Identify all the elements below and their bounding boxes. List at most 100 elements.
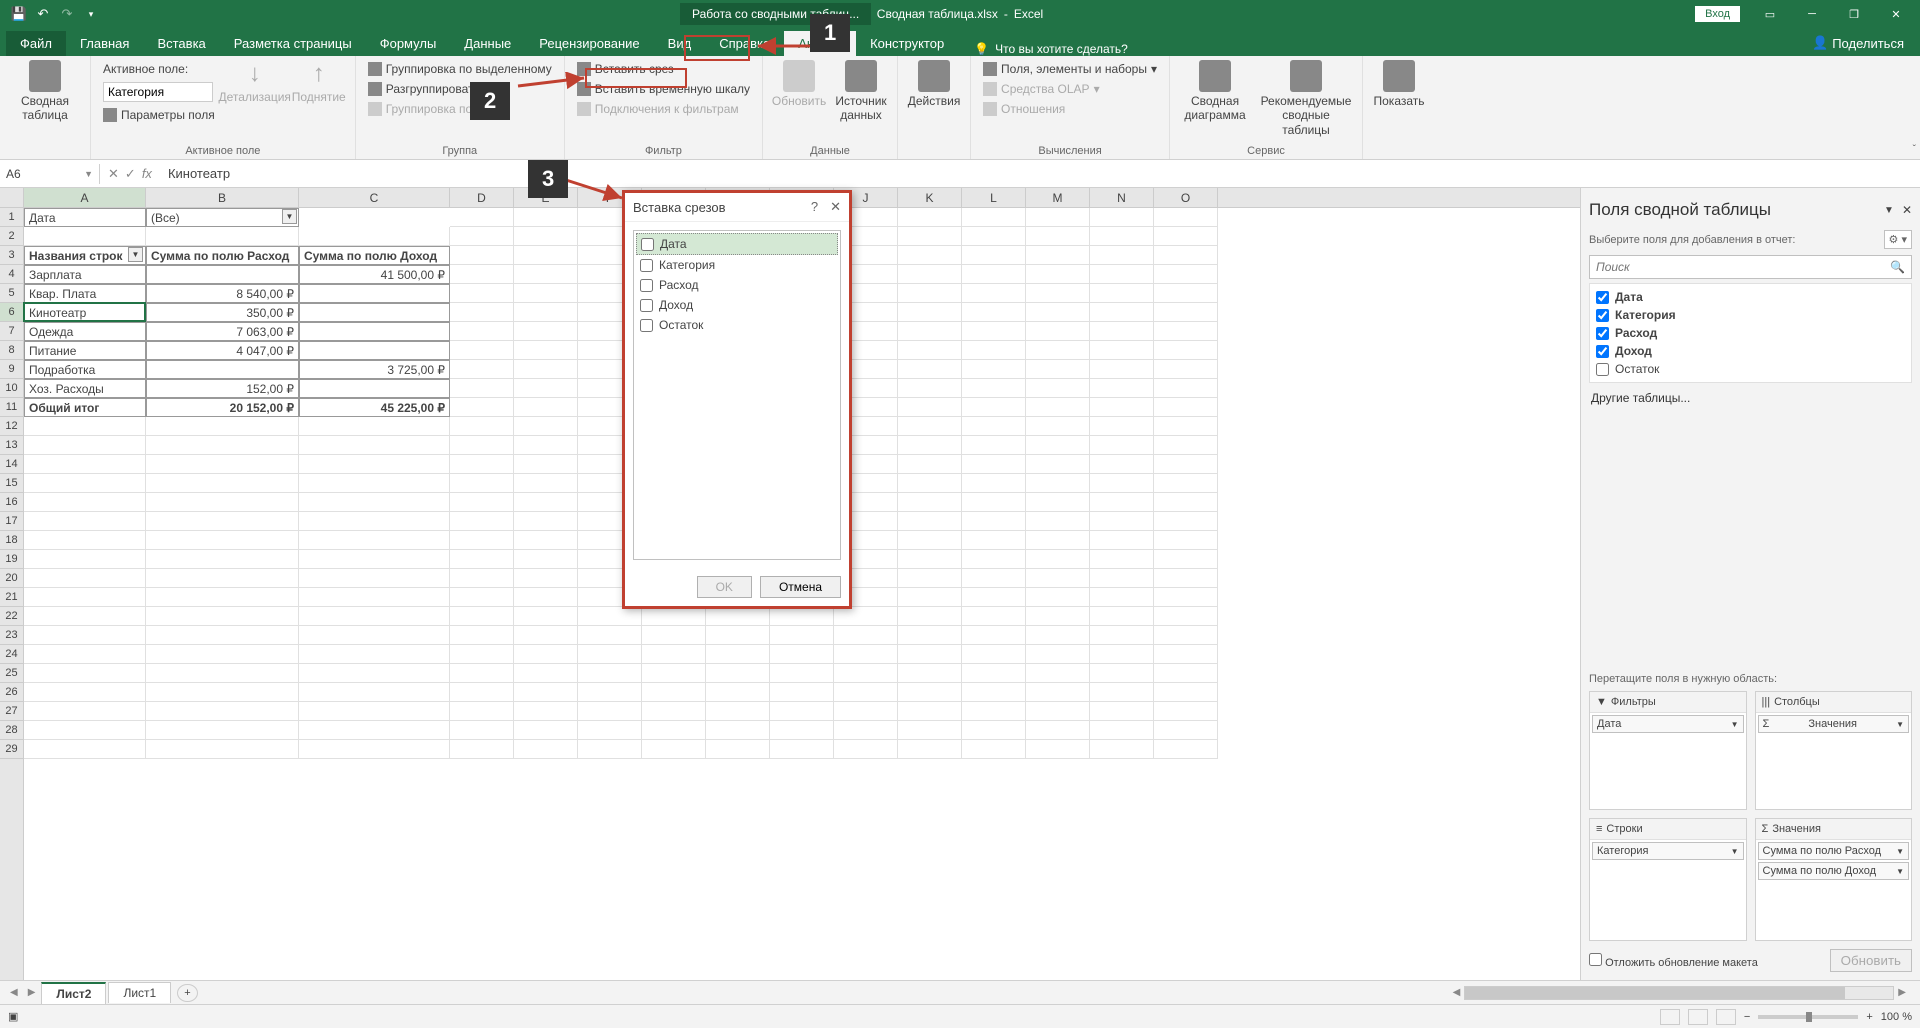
undo-icon[interactable]: ↶ <box>34 5 52 23</box>
cell[interactable] <box>642 626 706 645</box>
cell[interactable] <box>514 569 578 588</box>
cell[interactable] <box>24 227 146 246</box>
cell[interactable] <box>514 683 578 702</box>
cell[interactable] <box>514 455 578 474</box>
cell[interactable] <box>514 702 578 721</box>
cell[interactable] <box>1026 417 1090 436</box>
cell[interactable] <box>450 398 514 417</box>
cell[interactable] <box>146 436 299 455</box>
cell-c11[interactable]: 45 225,00 ₽ <box>299 398 450 417</box>
cell[interactable] <box>898 645 962 664</box>
cell[interactable] <box>770 607 834 626</box>
login-button[interactable]: Вход <box>1695 6 1740 22</box>
cell[interactable] <box>898 531 962 550</box>
cell[interactable] <box>770 702 834 721</box>
cell-b8[interactable]: 4 047,00 ₽ <box>146 341 299 360</box>
cell[interactable] <box>24 569 146 588</box>
cell[interactable] <box>514 664 578 683</box>
tell-me-box[interactable]: 💡 Что вы хотите сделать? <box>974 42 1128 56</box>
cell[interactable] <box>962 303 1026 322</box>
cell[interactable] <box>450 455 514 474</box>
cell[interactable] <box>642 607 706 626</box>
cell-b10[interactable]: 152,00 ₽ <box>146 379 299 398</box>
value-chip-2[interactable]: Сумма по полю Доход▼ <box>1758 862 1910 880</box>
cell[interactable] <box>898 455 962 474</box>
cell[interactable] <box>706 683 770 702</box>
cell[interactable] <box>898 607 962 626</box>
filter-dropdown-b1[interactable]: ▼ <box>282 209 297 224</box>
cell[interactable] <box>146 493 299 512</box>
cell[interactable] <box>514 512 578 531</box>
cell[interactable] <box>514 740 578 759</box>
cell[interactable] <box>1090 227 1154 246</box>
row-header-26[interactable]: 26 <box>0 683 23 702</box>
cell[interactable] <box>1154 208 1218 227</box>
cell[interactable] <box>1154 702 1218 721</box>
cell[interactable] <box>450 645 514 664</box>
cell[interactable] <box>642 664 706 683</box>
cell[interactable] <box>706 702 770 721</box>
cell[interactable] <box>962 607 1026 626</box>
cell[interactable] <box>299 455 450 474</box>
cell[interactable] <box>962 474 1026 493</box>
row-chip[interactable]: Категория▼ <box>1592 842 1744 860</box>
cell[interactable] <box>962 683 1026 702</box>
cell[interactable] <box>578 702 642 721</box>
col-header-b[interactable]: B <box>146 188 299 207</box>
cell[interactable] <box>1090 417 1154 436</box>
cell[interactable] <box>450 208 514 227</box>
cell[interactable] <box>706 721 770 740</box>
cell[interactable] <box>962 398 1026 417</box>
row-header-27[interactable]: 27 <box>0 702 23 721</box>
ribbon-options-icon[interactable]: ▭ <box>1750 0 1790 28</box>
collapse-ribbon-icon[interactable]: ˇ <box>1913 144 1916 155</box>
cell[interactable] <box>1090 246 1154 265</box>
field-item[interactable]: Категория <box>1594 306 1907 324</box>
cell[interactable] <box>1090 721 1154 740</box>
cell[interactable] <box>898 721 962 740</box>
row-header-20[interactable]: 20 <box>0 569 23 588</box>
cell[interactable] <box>146 607 299 626</box>
cell[interactable] <box>24 588 146 607</box>
cell[interactable] <box>146 227 299 246</box>
cell-c6[interactable] <box>299 303 450 322</box>
cell-a9[interactable]: Подработка <box>24 360 146 379</box>
cell-b3[interactable]: Сумма по полю Расход <box>146 246 299 265</box>
tab-page-layout[interactable]: Разметка страницы <box>220 31 366 56</box>
cell[interactable] <box>898 303 962 322</box>
cell[interactable] <box>24 417 146 436</box>
cell[interactable] <box>299 474 450 493</box>
row-header-19[interactable]: 19 <box>0 550 23 569</box>
cell[interactable] <box>450 702 514 721</box>
drill-up-button[interactable]: ↑ Поднятие <box>291 60 347 104</box>
tab-data[interactable]: Данные <box>450 31 525 56</box>
cell[interactable] <box>1026 246 1090 265</box>
cell[interactable] <box>450 360 514 379</box>
cell[interactable] <box>1154 512 1218 531</box>
cell[interactable] <box>770 664 834 683</box>
cell[interactable] <box>1154 284 1218 303</box>
cell[interactable] <box>1026 379 1090 398</box>
cell[interactable] <box>299 664 450 683</box>
cell[interactable] <box>1090 398 1154 417</box>
cell[interactable] <box>1154 588 1218 607</box>
col-header-c[interactable]: C <box>299 188 450 207</box>
pane-dropdown-icon[interactable]: ▼ <box>1884 205 1894 216</box>
cell[interactable] <box>1026 455 1090 474</box>
cell[interactable] <box>450 607 514 626</box>
col-header-l[interactable]: L <box>962 188 1026 207</box>
slicer-field-item[interactable]: Категория <box>636 255 838 275</box>
cell[interactable] <box>1154 265 1218 284</box>
cell[interactable] <box>450 341 514 360</box>
recommended-pivot-button[interactable]: Рекомендуемые сводные таблицы <box>1258 60 1354 137</box>
cell[interactable] <box>450 246 514 265</box>
cell[interactable] <box>514 398 578 417</box>
cell[interactable] <box>1026 265 1090 284</box>
dialog-close-icon[interactable]: ✕ <box>830 199 841 215</box>
cell[interactable] <box>450 493 514 512</box>
cell[interactable] <box>24 550 146 569</box>
pane-close-icon[interactable]: ✕ <box>1902 203 1912 217</box>
row-header-28[interactable]: 28 <box>0 721 23 740</box>
row-header-8[interactable]: 8 <box>0 341 23 360</box>
row-header-23[interactable]: 23 <box>0 626 23 645</box>
